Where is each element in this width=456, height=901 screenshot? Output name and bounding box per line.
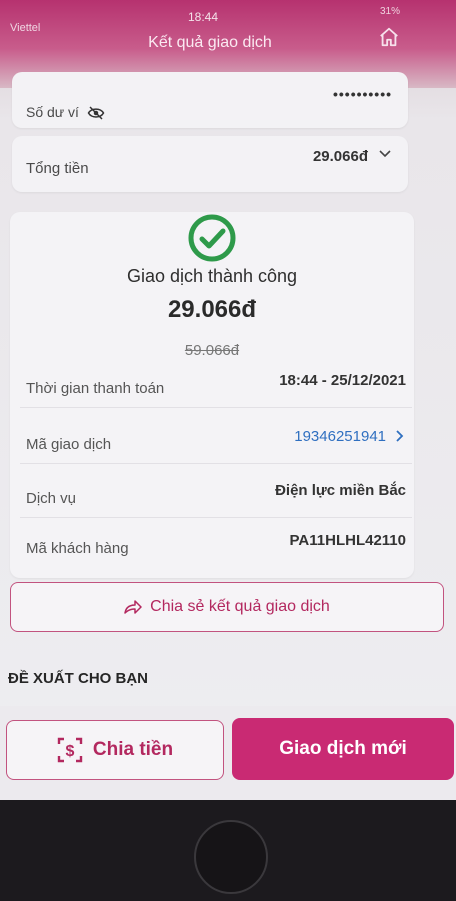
split-bill-button[interactable]: $ Chia tiền [6,720,224,780]
detail-row-service: Dịch vụ Điện lực miền Bắc [20,472,412,518]
total-amount-row[interactable]: Tổng tiền 29.066đ [12,136,408,192]
detail-value: 18:44 - 25/12/2021 [279,372,406,389]
new-transaction-label: Giao dịch mới [279,738,407,759]
detail-row-transaction-id[interactable]: Mã giao dịch 19346251941 [20,418,412,464]
status-bar: Viettel 18:44 31% [0,4,456,34]
share-icon [124,600,142,614]
status-time: 18:44 [188,10,219,24]
suggestions-heading: ĐỀ XUẤT CHO BẠN [8,670,149,687]
new-transaction-button[interactable]: Giao dịch mới [232,718,454,780]
transaction-status: Giao dịch thành công [126,266,298,286]
transaction-amount: 29.066đ [167,296,257,323]
detail-key: Dịch vụ [26,490,77,507]
detail-row-customer-id: Mã khách hàng PA11HLHL42110 [20,522,412,568]
share-button-label: Chia sẻ kết quả giao dịch [150,598,330,615]
bottom-action-bar: $ Chia tiền Giao dịch mới [0,706,456,800]
home-icon[interactable] [378,26,400,48]
original-amount: 59.066đ [184,342,240,359]
success-check-icon [188,214,236,262]
eye-hidden-icon[interactable] [87,106,105,120]
app-screen: Viettel 18:44 31% Kết quả giao dịch Số d… [0,0,456,800]
total-amount-value: 29.066đ [312,148,368,165]
detail-key: Mã khách hàng [26,540,129,557]
carrier-label: Viettel [10,22,41,34]
battery-level: 31% [379,6,400,17]
wallet-balance-row: Số dư ví •••••••••• [12,72,408,128]
transaction-result-card: Giao dịch thành công 29.066đ 59.066đ Thờ… [10,212,414,578]
transaction-id-link[interactable]: 19346251941 [294,428,386,445]
share-result-button[interactable]: Chia sẻ kết quả giao dịch [10,582,444,632]
detail-row-payment-time: Thời gian thanh toán 18:44 - 25/12/2021 [20,362,412,408]
svg-text:$: $ [65,743,74,760]
wallet-balance-text: Số dư ví [26,104,79,120]
detail-value: PA11HLHL42110 [289,532,406,549]
detail-key: Mã giao dịch [26,436,112,453]
chevron-down-icon[interactable] [378,146,392,160]
detail-value: Điện lực miền Bắc [275,482,406,499]
wallet-balance-value: •••••••••• [332,86,392,102]
page-title: Kết quả giao dịch [148,34,272,51]
device-home-button[interactable] [194,820,268,894]
split-money-icon: $ [57,737,83,763]
split-bill-label: Chia tiền [92,739,174,760]
wallet-balance-label: Số dư ví [26,104,105,120]
detail-key: Thời gian thanh toán [26,380,165,397]
chevron-right-icon[interactable] [392,429,406,443]
total-amount-label: Tổng tiền [26,160,89,177]
